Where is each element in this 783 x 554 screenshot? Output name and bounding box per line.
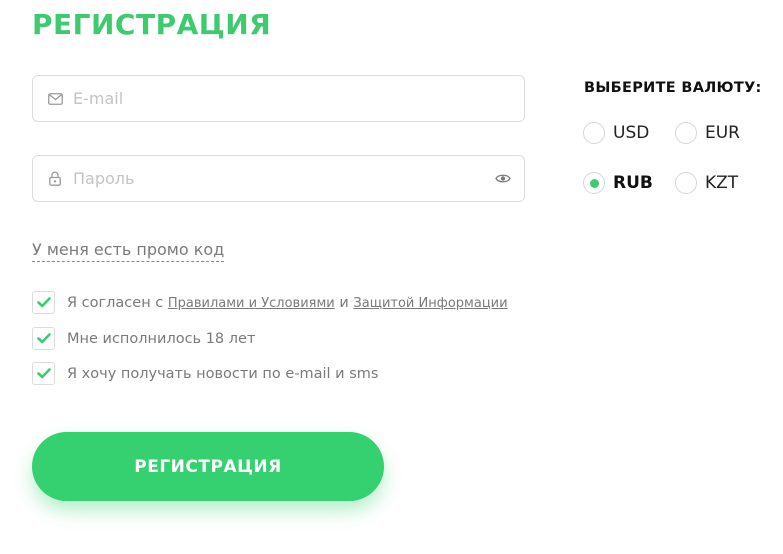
password-field[interactable] [32, 155, 525, 202]
age-checkbox[interactable] [32, 327, 55, 350]
radio-selected-dot [589, 178, 599, 188]
news-checkbox[interactable] [32, 362, 55, 385]
terms-text: Я согласен с Правилами и Условиями и Защ… [67, 295, 508, 311]
radio-rub[interactable] [583, 172, 605, 194]
eye-icon[interactable] [494, 170, 512, 188]
email-input[interactable] [73, 89, 524, 108]
agreement-news-row: Я хочу получать новости по e-mail и sms [32, 362, 378, 385]
privacy-link[interactable]: Защитой Информации [353, 296, 507, 311]
news-text: Я хочу получать новости по e-mail и sms [67, 365, 379, 382]
envelope-icon [47, 91, 63, 107]
agreement-age-row: Мне исполнилось 18 лет [32, 327, 255, 350]
promo-code-link[interactable]: У меня есть промо код [32, 240, 225, 262]
radio-kzt[interactable] [675, 172, 697, 194]
currency-option-eur[interactable]: EUR [675, 122, 740, 144]
lock-icon [47, 171, 63, 187]
email-field[interactable] [32, 75, 525, 122]
terms-checkbox[interactable] [32, 291, 55, 314]
currency-label-eur: EUR [705, 123, 740, 143]
currency-option-kzt[interactable]: KZT [675, 172, 738, 194]
currency-label-usd: USD [613, 123, 650, 143]
radio-eur[interactable] [675, 122, 697, 144]
checkmark-icon [36, 297, 51, 308]
terms-joiner: и [339, 294, 349, 311]
checkmark-icon [36, 368, 51, 379]
terms-text-before: Я согласен с [67, 294, 164, 311]
register-button[interactable]: РЕГИСТРАЦИЯ [32, 432, 384, 501]
currency-title: ВЫБЕРИТЕ ВАЛЮТУ: [584, 80, 762, 96]
checkmark-icon [36, 333, 51, 344]
registration-title: РЕГИСТРАЦИЯ [32, 8, 272, 41]
age-text: Мне исполнилось 18 лет [67, 330, 256, 347]
currency-label-kzt: KZT [705, 173, 739, 193]
currency-label-rub: RUB [613, 173, 653, 193]
currency-option-usd[interactable]: USD [583, 122, 649, 144]
agreement-terms-row: Я согласен с Правилами и Условиями и Защ… [32, 291, 508, 314]
terms-link[interactable]: Правилами и Условиями [168, 296, 335, 311]
radio-usd[interactable] [583, 122, 605, 144]
currency-option-rub[interactable]: RUB [583, 172, 653, 194]
password-input[interactable] [73, 169, 494, 188]
